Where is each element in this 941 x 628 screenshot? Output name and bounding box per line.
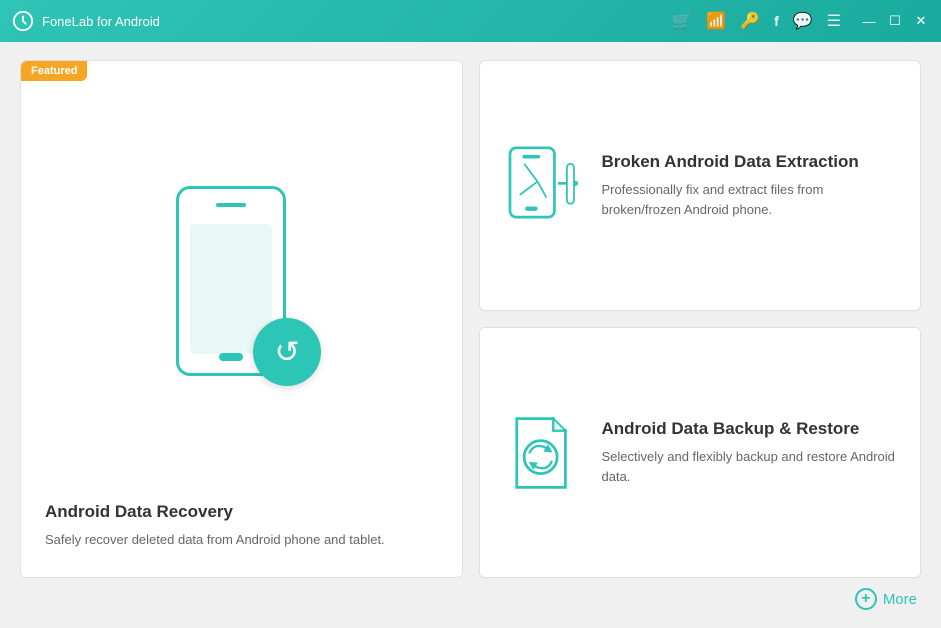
featured-card-description: Safely recover deleted data from Android…: [45, 530, 438, 550]
more-label: More: [883, 591, 917, 608]
close-icon[interactable]: ✕: [913, 13, 929, 29]
backup-svg: [507, 414, 577, 492]
minimize-icon[interactable]: —: [861, 13, 877, 29]
featured-card-title: Android Data Recovery: [45, 502, 438, 522]
refresh-icon: ↺: [275, 335, 300, 370]
broken-extraction-title: Broken Android Data Extraction: [602, 152, 899, 172]
backup-icon: [502, 414, 582, 492]
refresh-circle: ↺: [253, 318, 321, 386]
featured-badge: Featured: [21, 61, 87, 81]
more-row: + More: [20, 578, 921, 610]
maximize-icon[interactable]: ☐: [887, 13, 903, 29]
titlebar: FoneLab for Android 🛒 📶 🔑 f 💬 ☰ — ☐ ✕: [0, 0, 941, 42]
titlebar-left: FoneLab for Android: [12, 10, 160, 32]
broken-extraction-info: Broken Android Data Extraction Professio…: [602, 152, 899, 219]
chat-icon[interactable]: 💬: [793, 11, 813, 31]
broken-extraction-icon: [502, 146, 582, 226]
backup-title: Android Data Backup & Restore: [602, 419, 899, 439]
broken-extraction-description: Professionally fix and extract files fro…: [602, 180, 899, 219]
backup-card[interactable]: Android Data Backup & Restore Selectivel…: [479, 327, 922, 578]
backup-info: Android Data Backup & Restore Selectivel…: [602, 419, 899, 486]
cart-icon[interactable]: 🛒: [672, 11, 692, 31]
phone-speaker: [216, 203, 246, 207]
featured-card-info: Android Data Recovery Safely recover del…: [45, 492, 438, 550]
broken-extraction-card[interactable]: Broken Android Data Extraction Professio…: [479, 60, 922, 311]
key-icon[interactable]: 🔑: [740, 11, 760, 31]
backup-description: Selectively and flexibly backup and rest…: [602, 447, 899, 486]
window-controls: — ☐ ✕: [861, 13, 929, 29]
more-button[interactable]: + More: [855, 588, 917, 610]
menu-icon[interactable]: ☰: [827, 11, 841, 31]
broken-phone-svg: [506, 146, 578, 226]
phone-home-button: [219, 353, 243, 361]
phone-illustration: ↺: [161, 186, 321, 406]
featured-card[interactable]: Featured ↺ Android Data Recovery Safely: [20, 60, 463, 578]
titlebar-right: 🛒 📶 🔑 f 💬 ☰ — ☐ ✕: [672, 11, 929, 31]
featured-illustration: ↺: [161, 101, 321, 492]
wifi-icon[interactable]: 📶: [706, 11, 726, 31]
more-circle-icon: +: [855, 588, 877, 610]
main-content: Featured ↺ Android Data Recovery Safely: [0, 42, 941, 628]
cards-grid: Featured ↺ Android Data Recovery Safely: [20, 60, 921, 578]
app-logo: [12, 10, 34, 32]
app-title: FoneLab for Android: [42, 14, 160, 29]
facebook-icon[interactable]: f: [774, 13, 779, 29]
